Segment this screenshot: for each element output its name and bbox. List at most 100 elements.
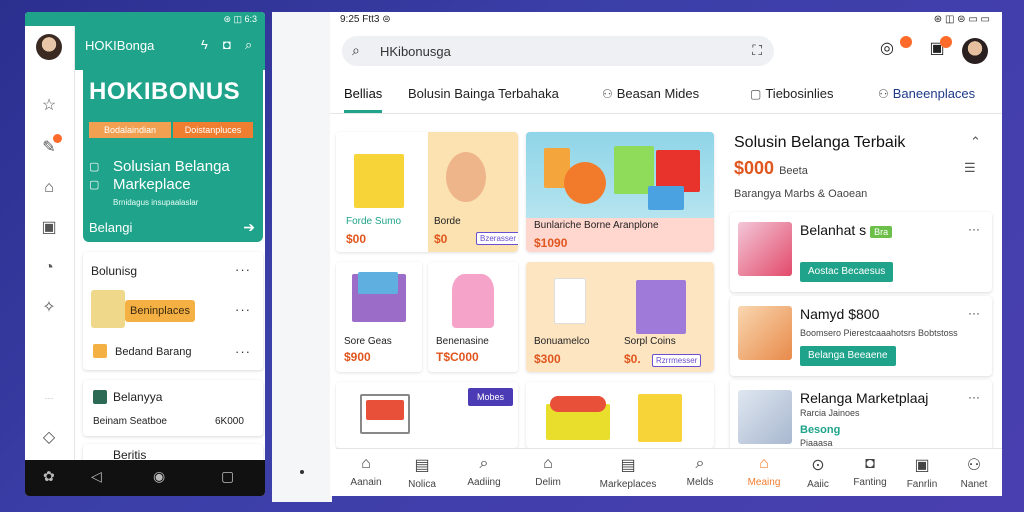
bag-icon: ◘ xyxy=(865,455,875,472)
nav-item-fanrlin[interactable]: ▣ Fanrlin xyxy=(892,449,952,497)
product-card[interactable]: Bonuamelco $300 Sorpl Coins $0. Rzrrmess… xyxy=(526,262,714,372)
promo-title: Belanhat s Bra xyxy=(800,222,893,238)
nav-item-nanet[interactable]: ⚇ Nanet xyxy=(944,449,1004,497)
more-icon[interactable]: ··· xyxy=(968,306,980,320)
tab-label: Baneenplaces xyxy=(892,86,976,101)
product-card[interactable]: Sore Geas $900 xyxy=(336,262,422,372)
home-icon[interactable]: ◉ xyxy=(153,468,165,485)
nav-item-meaing[interactable]: ⌂ Meaing xyxy=(734,449,794,497)
nav-item-nolica[interactable]: ▤ Nolica xyxy=(392,449,452,497)
card-row: Beinam Seatboe xyxy=(93,416,167,427)
settings-icon[interactable]: ✿ xyxy=(43,468,55,485)
nav-item-aaiic[interactable]: ⊙ Aaiic xyxy=(788,449,848,497)
nav-label: Melds xyxy=(686,477,714,488)
recents-icon[interactable]: ▢ xyxy=(221,468,234,485)
hero-banner[interactable]: HOKIBONUS Bodalaindian Doistanpluces Sol… xyxy=(83,70,263,242)
more-icon[interactable]: ··· xyxy=(235,262,251,277)
hero-cta[interactable]: Belangi xyxy=(89,220,132,235)
promo-card[interactable]: Belanhat s Bra ··· Aostac Becaesus xyxy=(730,212,992,292)
promo-thumbnail xyxy=(738,222,792,276)
promo-badge: Bra xyxy=(870,226,893,238)
home-icon[interactable]: ⌂ xyxy=(39,178,59,198)
card-pill[interactable]: Beninplaces xyxy=(125,300,195,322)
target-icon[interactable]: ◎ xyxy=(876,38,898,60)
promo-subtitle: Boomsero Pierestcaaahotsrs Bobtstoss xyxy=(800,328,958,338)
bolt-icon[interactable]: ϟ xyxy=(201,37,208,52)
phone-card[interactable]: Bolunisg ··· Beninplaces ··· Bedand Bara… xyxy=(83,252,263,370)
product-card[interactable]: Benenasine T$C000 xyxy=(428,262,518,372)
more-icon[interactable]: ··· xyxy=(235,302,251,317)
phone-card[interactable]: Belanyya Beinam Seatboe 6K000 xyxy=(83,380,263,436)
nav-item-fanting[interactable]: ◘ Fanting xyxy=(840,449,900,497)
promo-link[interactable]: Besong xyxy=(800,424,840,436)
tab-baneenplaces[interactable]: ⚇ Baneenplaces xyxy=(878,86,975,101)
check-icon: ▢ xyxy=(89,179,100,191)
product-name: Sorpl Coins xyxy=(624,336,676,347)
more-icon[interactable]: ··· xyxy=(968,390,980,404)
product-card[interactable]: Forde Sumo $00 Borde $0 Bzerasser xyxy=(336,132,518,252)
star-icon[interactable]: ☆ xyxy=(39,96,59,116)
nav-label: Fanrlin xyxy=(906,479,938,490)
product-card[interactable]: Bunlariche Borne Aranplone $1090 xyxy=(526,132,714,252)
bag-image xyxy=(452,274,494,328)
nav-item-markeplaces[interactable]: ▤ Markeplaces xyxy=(598,449,658,497)
hero-line-2: Markeplace xyxy=(113,176,191,193)
search-bar[interactable]: ⌕ HKibonusga ⛶ xyxy=(342,36,774,66)
tab-bar: Bellias Bolusin Bainga Terbahaka ⚇ Beasan… xyxy=(330,76,1002,114)
user-icon: ⚇ xyxy=(966,457,982,474)
promo-thumbnail xyxy=(738,306,792,360)
promo-button[interactable]: Aostac Becaesus xyxy=(800,262,894,282)
list-icon: ▤ xyxy=(620,457,636,474)
more-icon[interactable]: ··· xyxy=(968,222,980,236)
avatar[interactable] xyxy=(36,34,62,60)
search-icon: ⌕ xyxy=(695,455,705,472)
card-value: 6K000 xyxy=(215,416,244,427)
nav-item-aanain[interactable]: ⌂ Aanain xyxy=(336,449,396,497)
notification-badge xyxy=(940,36,952,48)
promo-button[interactable]: Belanga Beeaene xyxy=(800,346,896,366)
clock-icon[interactable]: ◔ xyxy=(39,258,59,278)
product-name: Bunlariche Borne Aranplone xyxy=(534,220,659,231)
product-name: Benenasine xyxy=(436,336,489,347)
diamond-icon[interactable]: ◇ xyxy=(39,428,59,448)
tab-bellias[interactable]: Bellias xyxy=(344,86,382,101)
chip-right[interactable]: Doistanpluces xyxy=(173,122,253,138)
avatar[interactable] xyxy=(962,38,988,64)
bell-icon[interactable]: ◘ xyxy=(223,37,231,52)
tab-bolusin[interactable]: Bolusin Bainga Terbahaka xyxy=(408,86,559,101)
menu-icon[interactable]: ☰ xyxy=(964,160,976,176)
product-card[interactable] xyxy=(526,382,714,448)
promo-card[interactable]: Namyd $800 Boomsero Pierestcaaahotsrs Bo… xyxy=(730,296,992,376)
nav-item-aadiing[interactable]: ⌕ Aadiing xyxy=(454,449,514,497)
product-price: T$C000 xyxy=(436,350,479,364)
circle-icon: ⊙ xyxy=(811,457,825,474)
phone-status-bar: ⊛ ◫ 6:3 xyxy=(25,12,265,26)
chip-left[interactable]: Bodalaindian xyxy=(89,122,171,138)
price-suffix: Beeta xyxy=(779,165,808,177)
panel-price: $000 Beeta xyxy=(734,158,808,179)
search-input[interactable]: HKibonusga xyxy=(380,44,451,59)
square-icon: ▣ xyxy=(914,457,930,474)
product-card[interactable]: Mobes xyxy=(336,382,518,448)
search-icon: ⌕ xyxy=(352,42,360,58)
scan-icon[interactable]: ⛶ xyxy=(752,42,762,59)
back-icon[interactable]: ◁ xyxy=(91,468,102,485)
phone-header: HOKIBonga ϟ ◘ ⌕ xyxy=(75,26,265,70)
nav-label: Aanain xyxy=(350,477,382,488)
nav-item-melds[interactable]: ⌕ Melds xyxy=(670,449,730,497)
search-icon[interactable]: ⌕ xyxy=(245,37,252,53)
arrow-right-icon[interactable]: ➔ xyxy=(243,219,255,236)
chevron-up-icon[interactable]: ⌃ xyxy=(970,134,981,150)
promo-card[interactable]: Relanga Marketplaaj Rarcia Jainoes Beson… xyxy=(730,380,992,450)
badge-icon[interactable]: ✧ xyxy=(39,298,59,318)
document-icon: ▤ xyxy=(414,457,430,474)
square-icon[interactable]: ▣ xyxy=(39,218,59,238)
tab-beasan[interactable]: ⚇ Beasan Mides xyxy=(602,86,699,101)
product-price: $300 xyxy=(534,352,561,366)
nav-label: Nanet xyxy=(960,479,988,490)
nav-item-delim[interactable]: ⌂ Delim xyxy=(518,449,578,497)
more-icon[interactable]: ··· xyxy=(235,344,251,359)
price-value: $000 xyxy=(734,158,775,178)
tab-tiebosinlies[interactable]: ▢ Tiebosinlies xyxy=(750,86,834,101)
check-icon: ▢ xyxy=(89,161,100,173)
